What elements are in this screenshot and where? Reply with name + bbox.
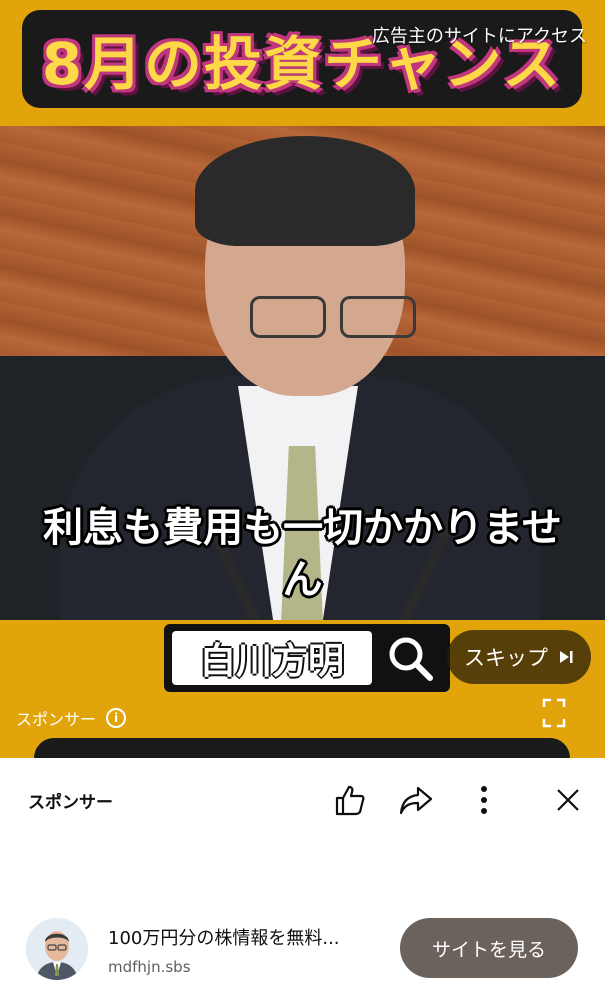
ad-row[interactable]: 100万円分の株情報を無料... mdfhjn.sbs サイトを見る <box>0 918 605 988</box>
advertiser-avatar <box>26 918 88 980</box>
search-icon <box>389 637 433 681</box>
advertiser-site-link[interactable]: 広告主のサイトにアクセス <box>372 22 587 48</box>
more-vertical-icon <box>481 786 487 814</box>
skip-ad-button[interactable]: スキップ <box>447 630 591 684</box>
caption-line: ん <box>282 557 323 603</box>
glasses <box>250 296 420 338</box>
like-button[interactable] <box>330 780 370 820</box>
search-query-text: 白川方明 <box>172 631 372 685</box>
fullscreen-icon[interactable] <box>542 698 566 728</box>
sponsor-text: スポンサー <box>16 710 97 729</box>
ad-title[interactable]: 100万円分の株情報を無料... <box>108 924 340 950</box>
close-icon <box>557 789 579 811</box>
person-hair <box>195 136 415 246</box>
video-sponsor-label: スポンサー i <box>16 706 127 730</box>
more-options-button[interactable] <box>464 780 504 820</box>
subtitle-caption: 利息も費用も一切かかりませ ん <box>0 502 605 606</box>
share-icon <box>399 786 433 815</box>
ad-video-player[interactable]: 8月の投資チャンス 広告主のサイトにアクセス 利息も費用も一切かかりませ ん 白… <box>0 0 605 758</box>
skip-label: スキップ <box>464 646 548 670</box>
skip-next-icon <box>560 651 573 663</box>
panel-sponsor-label: スポンサー <box>28 793 113 813</box>
search-graphic: 白川方明 <box>164 624 450 692</box>
promo-banner-bottom <box>34 738 570 758</box>
caption-line: 利息も費用も一切かかりませ <box>43 505 562 551</box>
ad-domain: mdfhjn.sbs <box>108 958 191 976</box>
share-button[interactable] <box>396 780 436 820</box>
ad-info-panel: スポンサー 100万円分の株情報を無料... mdfhjn.sbs サイトを見る <box>0 758 605 1008</box>
visit-site-button[interactable]: サイトを見る <box>400 918 578 978</box>
close-button[interactable] <box>548 780 588 820</box>
thumbs-up-icon <box>335 785 365 816</box>
info-icon[interactable]: i <box>106 708 127 728</box>
